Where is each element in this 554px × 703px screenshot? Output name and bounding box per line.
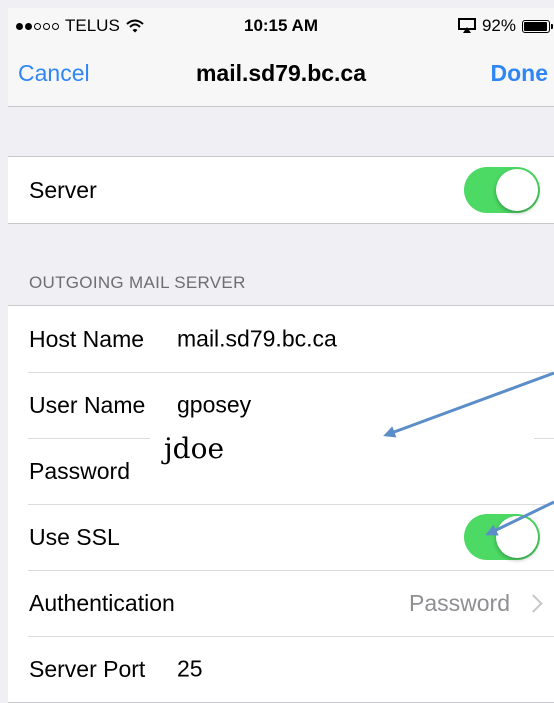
toggle-knob	[496, 169, 538, 211]
battery-icon	[522, 19, 553, 33]
server-port-row[interactable]: Server Port 25	[8, 636, 554, 702]
authentication-label: Authentication	[29, 589, 175, 616]
status-bar: TELUS 10:15 AM 92%	[8, 8, 554, 44]
password-label: Password	[29, 457, 130, 484]
airplay-icon	[457, 18, 476, 33]
section-header-outgoing: OUTGOING MAIL SERVER	[29, 273, 246, 292]
server-port-field[interactable]: 25	[177, 656, 203, 683]
server-port-label: Server Port	[29, 655, 146, 682]
use-ssl-label: Use SSL	[29, 523, 120, 550]
battery-percent: 92%	[481, 16, 516, 35]
annotation-overlay-box: jdoe	[150, 426, 534, 478]
page-title: mail.sd79.bc.ca	[195, 60, 367, 86]
host-name-row[interactable]: Host Name mail.sd79.bc.ca	[8, 306, 554, 372]
use-ssl-row: Use SSL	[8, 504, 554, 570]
done-button[interactable]: Done	[491, 60, 549, 87]
server-row: Server	[8, 157, 554, 223]
authentication-value: Password	[409, 589, 510, 616]
host-name-label: Host Name	[29, 325, 145, 352]
host-name-field[interactable]: mail.sd79.bc.ca	[177, 326, 337, 353]
navigation-bar: Cancel mail.sd79.bc.ca Done	[8, 44, 554, 107]
screenshot-frame: TELUS 10:15 AM 92% Cancel mail.sd79.bc.c…	[8, 8, 554, 703]
user-name-field[interactable]: gposey	[177, 392, 251, 419]
server-toggle[interactable]	[464, 167, 540, 213]
server-label: Server	[29, 176, 97, 203]
server-group: Server	[8, 156, 554, 224]
user-name-label: User Name	[29, 391, 146, 418]
outgoing-server-group: Host Name mail.sd79.bc.ca User Name gpos…	[8, 305, 554, 703]
use-ssl-toggle[interactable]	[464, 514, 540, 560]
annotation-overlay-text: jdoe	[164, 432, 225, 465]
authentication-row[interactable]: Authentication Password	[8, 570, 554, 636]
chevron-right-icon	[524, 594, 543, 613]
toggle-knob	[496, 516, 538, 558]
status-right: 92%	[457, 16, 553, 36]
